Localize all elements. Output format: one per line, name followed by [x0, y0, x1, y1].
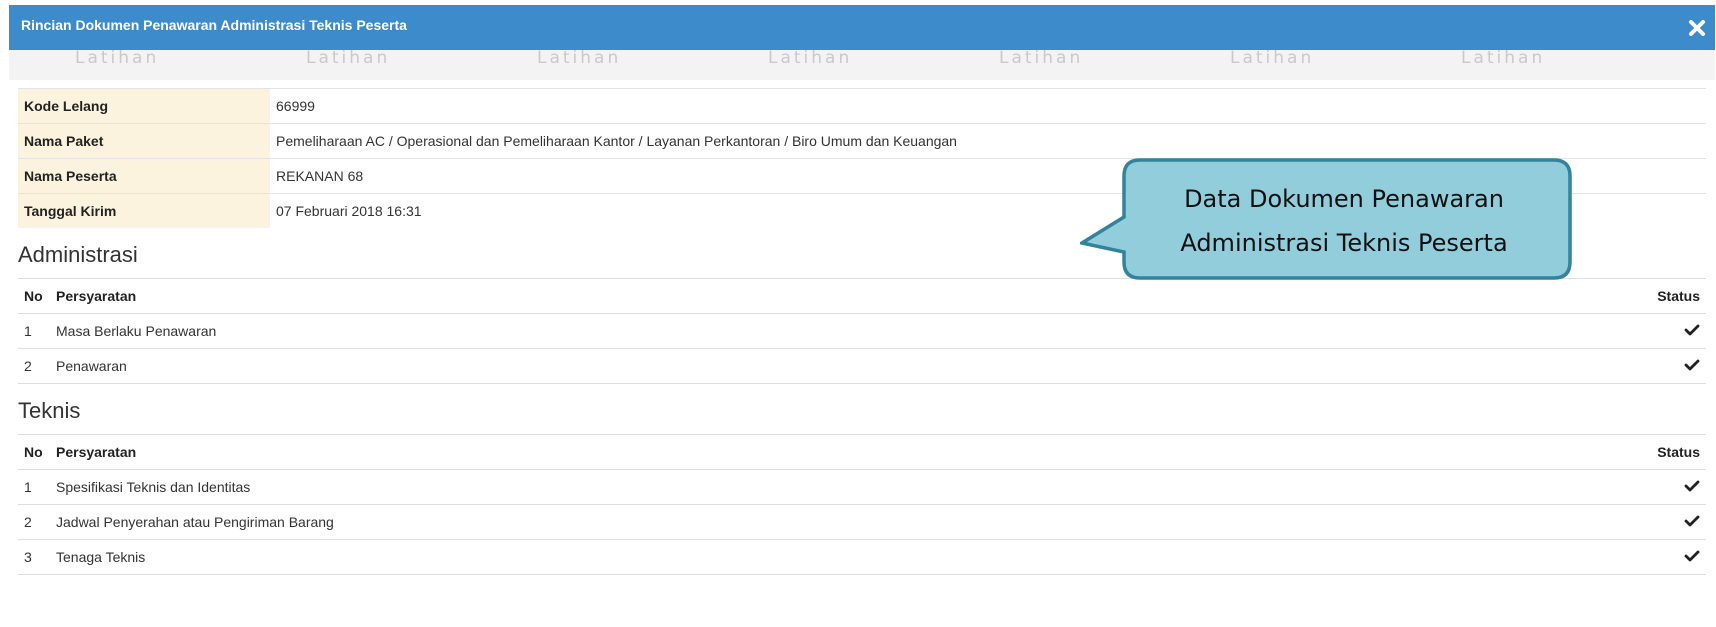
table-row: 1 Masa Berlaku Penawaran [18, 313, 1706, 349]
row-persyaratan: Jadwal Penyerahan atau Pengiriman Barang [50, 504, 1634, 540]
row-status [1634, 539, 1706, 575]
watermark: Latihan [768, 50, 853, 68]
info-value: Pemeliharaan AC / Operasional dan Pemeli… [270, 123, 1706, 159]
row-no: 1 [18, 469, 50, 505]
modal-title: Rincian Dokumen Penawaran Administrasi T… [21, 17, 407, 33]
info-value: 66999 [270, 88, 1706, 124]
column-header-persyaratan: Persyaratan [50, 278, 1634, 314]
row-no: 3 [18, 539, 50, 575]
callout-line: Administrasi Teknis Peserta [1180, 229, 1508, 257]
check-icon [1684, 324, 1700, 335]
watermark: Latihan [75, 50, 160, 68]
callout-line: Data Dokumen Penawaran [1184, 185, 1504, 213]
table-row: 3 Tenaga Teknis [18, 539, 1706, 575]
watermark-strip: Latihan Latihan Latihan Latihan Latihan … [9, 50, 1715, 80]
check-icon [1684, 480, 1700, 491]
row-persyaratan: Tenaga Teknis [50, 539, 1634, 575]
table-header-row: No Persyaratan Status [18, 434, 1706, 470]
check-icon [1684, 359, 1700, 370]
watermark: Latihan [1461, 50, 1546, 68]
table-row: 1 Spesifikasi Teknis dan Identitas [18, 469, 1706, 505]
row-status [1634, 469, 1706, 505]
row-status [1634, 313, 1706, 349]
column-header-status: Status [1634, 278, 1706, 314]
info-label: Nama Paket [18, 123, 270, 159]
watermark: Latihan [306, 50, 391, 68]
section-title-teknis: Teknis [18, 398, 81, 423]
column-header-persyaratan: Persyaratan [50, 434, 1634, 470]
row-status [1634, 348, 1706, 384]
watermark: Latihan [1230, 50, 1315, 68]
close-button[interactable] [1685, 16, 1709, 40]
info-label: Kode Lelang [18, 88, 270, 124]
callout-annotation: Data Dokumen Penawaran Administrasi Tekn… [1077, 157, 1576, 281]
table-row: 2 Penawaran [18, 348, 1706, 384]
column-header-no: No [18, 278, 50, 314]
table-row: 2 Jadwal Penyerahan atau Pengiriman Bara… [18, 504, 1706, 540]
row-status [1634, 504, 1706, 540]
row-no: 2 [18, 504, 50, 540]
column-header-status: Status [1634, 434, 1706, 470]
row-no: 1 [18, 313, 50, 349]
row-persyaratan: Penawaran [50, 348, 1634, 384]
modal-header: Rincian Dokumen Penawaran Administrasi T… [9, 5, 1715, 50]
callout-text: Data Dokumen Penawaran Administrasi Tekn… [1126, 177, 1562, 265]
watermark: Latihan [537, 50, 622, 68]
info-label: Tanggal Kirim [18, 193, 270, 228]
administrasi-table: No Persyaratan Status 1 Masa Berlaku Pen… [18, 278, 1706, 384]
info-label: Nama Peserta [18, 158, 270, 194]
watermark: Latihan [999, 50, 1084, 68]
row-persyaratan: Masa Berlaku Penawaran [50, 313, 1634, 349]
row-no: 2 [18, 348, 50, 384]
check-icon [1684, 550, 1700, 561]
table-header-row: No Persyaratan Status [18, 278, 1706, 314]
close-icon [1689, 20, 1705, 36]
info-row-nama-paket: Nama Paket Pemeliharaan AC / Operasional… [18, 123, 1706, 159]
check-icon [1684, 515, 1700, 526]
info-row-kode-lelang: Kode Lelang 66999 [18, 88, 1706, 124]
teknis-table: No Persyaratan Status 1 Spesifikasi Tekn… [18, 434, 1706, 575]
row-persyaratan: Spesifikasi Teknis dan Identitas [50, 469, 1634, 505]
column-header-no: No [18, 434, 50, 470]
